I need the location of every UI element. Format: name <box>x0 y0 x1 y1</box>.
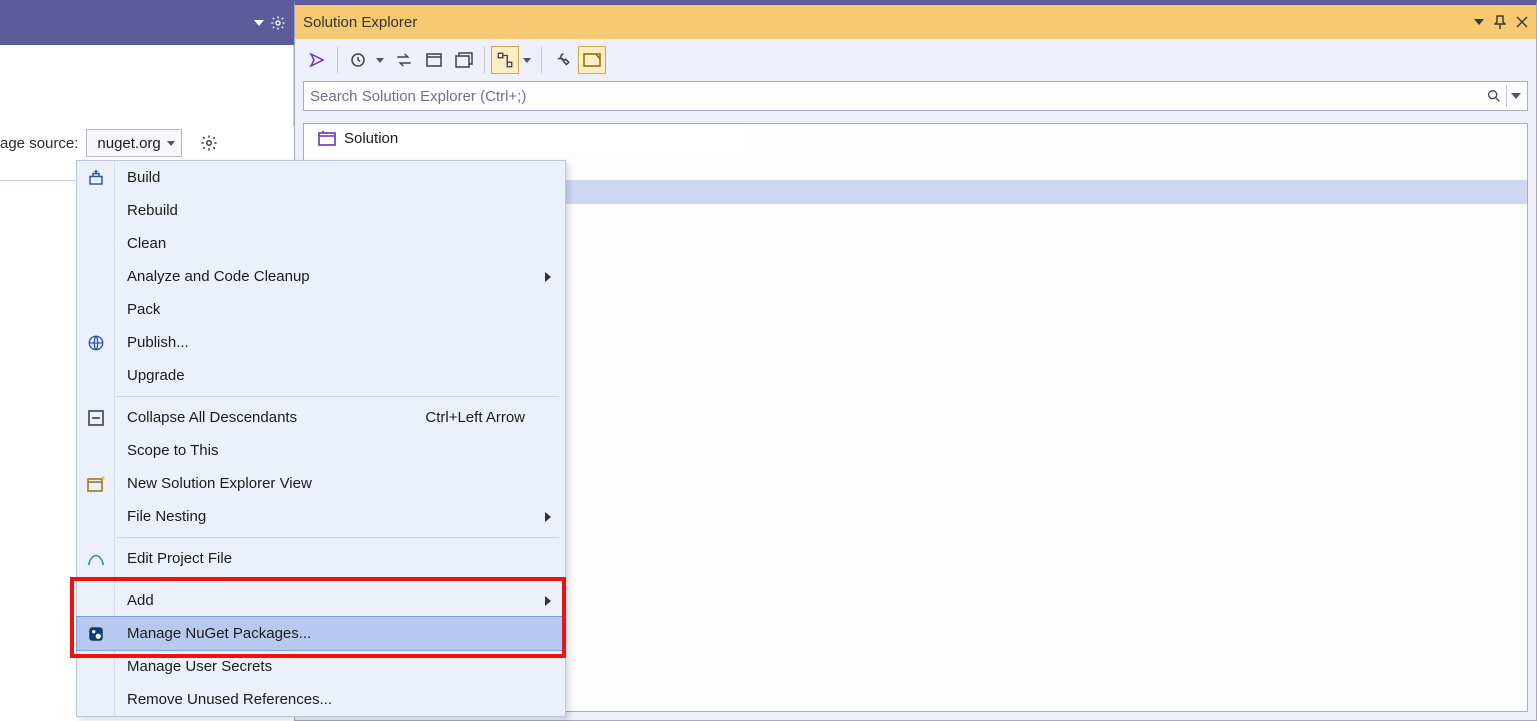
edit-icon <box>85 548 107 570</box>
ctx-item[interactable]: Rebuild <box>77 194 565 227</box>
ctx-item-label: File Nesting <box>127 508 206 525</box>
ctx-item-label: Clean <box>127 235 166 252</box>
ctx-item[interactable]: Add <box>77 584 565 617</box>
submenu-arrow-icon <box>545 512 551 522</box>
chevron-down-icon[interactable] <box>376 58 384 63</box>
sync-button[interactable] <box>390 46 418 74</box>
ctx-item[interactable]: Build <box>77 161 565 194</box>
package-source-label: age source: <box>0 135 78 152</box>
submenu-arrow-icon <box>545 596 551 606</box>
ctx-item-label: Add <box>127 592 154 609</box>
ctx-item[interactable]: New Solution Explorer View <box>77 467 565 500</box>
ctx-item-label: Upgrade <box>127 367 185 384</box>
ctx-item[interactable]: Remove Unused References... <box>77 683 565 716</box>
ctx-shortcut: Ctrl+Left Arrow <box>425 409 525 426</box>
solution-explorer-toolbar <box>295 39 1536 81</box>
chevron-down-icon[interactable] <box>523 58 531 63</box>
ctx-item-label: Scope to This <box>127 442 218 459</box>
build-icon <box>85 167 107 189</box>
history-back-button[interactable] <box>344 46 372 74</box>
gear-icon[interactable] <box>270 15 286 31</box>
pin-icon[interactable] <box>1494 15 1506 29</box>
globe-icon <box>85 332 107 354</box>
ctx-item[interactable]: Manage NuGet Packages... <box>77 617 565 650</box>
ctx-item-label: Publish... <box>127 334 189 351</box>
submenu-arrow-icon <box>545 272 551 282</box>
ctx-item[interactable]: Pack <box>77 293 565 326</box>
ctx-item[interactable]: Publish... <box>77 326 565 359</box>
windows-button[interactable] <box>450 46 478 74</box>
solution-root-node[interactable]: Solution <box>304 124 744 152</box>
search-placeholder-text: Search Solution Explorer (Ctrl+;) <box>310 88 526 105</box>
search-icon[interactable] <box>1486 88 1502 104</box>
settings-gear-icon[interactable] <box>200 134 218 152</box>
ctx-item[interactable]: Scope to This <box>77 434 565 467</box>
ctx-item-label: New Solution Explorer View <box>127 475 312 492</box>
solution-root-label: Solution <box>344 130 398 147</box>
ctx-item-label: Collapse All Descendants <box>127 409 297 426</box>
ctx-item[interactable]: Analyze and Code Cleanup <box>77 260 565 293</box>
chevron-down-icon[interactable] <box>1511 93 1521 99</box>
solution-icon <box>318 130 336 146</box>
close-icon[interactable] <box>1516 16 1528 28</box>
home-view-button[interactable] <box>303 46 331 74</box>
ctx-item[interactable]: File Nesting <box>77 500 565 533</box>
ctx-item-label: Rebuild <box>127 202 178 219</box>
ctx-item-label: Manage User Secrets <box>127 658 272 675</box>
left-header <box>0 0 294 45</box>
package-source-select[interactable]: nuget.org <box>86 129 181 157</box>
project-context-menu: Build Rebuild Clean Analyze and Code Cleanu… <box>76 160 566 717</box>
ctx-item-label: Build <box>127 169 160 186</box>
solution-explorer-title: Solution Explorer <box>303 14 417 31</box>
ctx-item[interactable]: Manage User Secrets <box>77 650 565 683</box>
show-all-files-button[interactable] <box>491 46 519 74</box>
ctx-item-label: Edit Project File <box>127 550 232 567</box>
preview-button[interactable] <box>578 46 606 74</box>
package-source-value: nuget.org <box>97 135 160 152</box>
ctx-item[interactable]: Edit Project File <box>77 542 565 575</box>
window-button[interactable] <box>420 46 448 74</box>
ctx-item-label: Manage NuGet Packages... <box>127 625 311 642</box>
nuget-icon <box>85 623 107 645</box>
ctx-item[interactable]: Upgrade <box>77 359 565 392</box>
properties-button[interactable] <box>548 46 576 74</box>
ctx-item[interactable]: Collapse All Descendants Ctrl+Left Arrow <box>77 401 565 434</box>
ctx-item[interactable]: Clean <box>77 227 565 260</box>
dropdown-caret-icon[interactable] <box>254 20 264 26</box>
newview-icon <box>85 473 107 495</box>
solution-explorer-titlebar: Solution Explorer <box>295 5 1536 39</box>
window-dropdown-icon[interactable] <box>1474 19 1484 25</box>
ctx-item-label: Remove Unused References... <box>127 691 332 708</box>
chevron-down-icon <box>167 141 175 146</box>
collapse-icon <box>85 407 107 429</box>
ctx-item-label: Analyze and Code Cleanup <box>127 268 310 285</box>
solution-explorer-search[interactable]: Search Solution Explorer (Ctrl+;) <box>303 81 1528 111</box>
ctx-item-label: Pack <box>127 301 160 318</box>
